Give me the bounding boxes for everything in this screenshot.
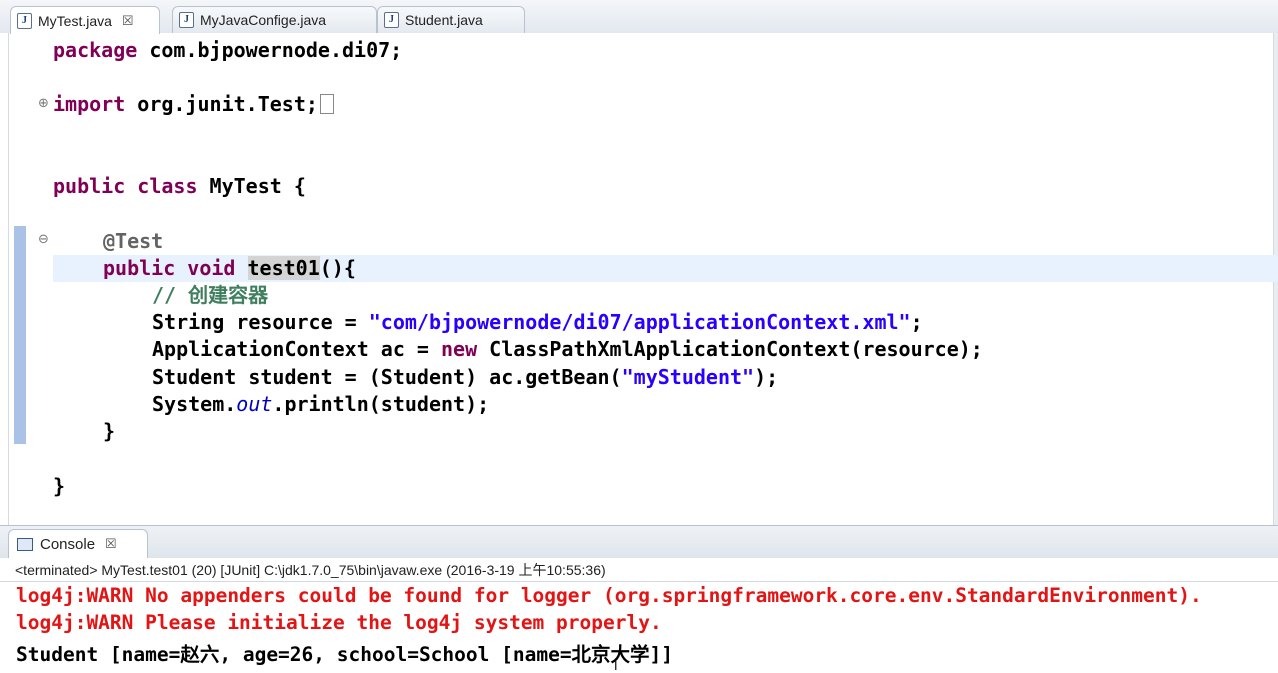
console-status-line: <terminated> MyTest.test01 (20) [JUnit] … bbox=[0, 558, 1278, 582]
keyword: public bbox=[53, 174, 126, 198]
tab-student[interactable]: J Student.java bbox=[377, 6, 525, 33]
code-text: .println(student); bbox=[272, 392, 490, 416]
code-text: com.bjpowernode.di07; bbox=[137, 38, 403, 62]
keyword: class bbox=[137, 174, 198, 198]
console-tab-bar: Console ☒ bbox=[0, 525, 1278, 559]
tab-label: MyTest.java bbox=[38, 12, 112, 29]
code-text: Student student = (Student) ac.getBean( bbox=[152, 365, 622, 389]
text-cursor-icon: I bbox=[614, 659, 618, 673]
keyword: void bbox=[187, 256, 236, 280]
tab-label: Student.java bbox=[405, 12, 483, 28]
code-line-context: ApplicationContext ac = new ClassPathXml… bbox=[152, 336, 983, 363]
method-range-indicator bbox=[14, 226, 26, 444]
keyword: new bbox=[440, 337, 478, 361]
console-tab-label: Console bbox=[40, 535, 96, 553]
console-line: log4j:WARN No appenders could be found f… bbox=[16, 584, 1202, 607]
keyword: public bbox=[103, 256, 176, 280]
code-line-close-class: } bbox=[53, 473, 65, 500]
code-text: ClassPathXmlApplicationContext(resource)… bbox=[477, 337, 983, 361]
code-line-package: package com.bjpowernode.di07; bbox=[53, 37, 402, 64]
java-file-icon: J bbox=[179, 12, 194, 28]
code-line-comment: // 创建容器 bbox=[152, 282, 268, 309]
code-text: ; bbox=[910, 310, 923, 334]
close-icon[interactable]: ☒ bbox=[122, 13, 134, 29]
tab-label: MyJavaConfige.java bbox=[200, 12, 327, 28]
collapse-fold-icon[interactable]: ⊖ bbox=[38, 232, 49, 247]
code-text: String resource = bbox=[152, 310, 369, 334]
code-text: } bbox=[103, 419, 116, 443]
code-text: MyTest { bbox=[197, 174, 306, 198]
static-field: out bbox=[236, 392, 273, 416]
console-output[interactable]: log4j:WARN No appenders could be found f… bbox=[0, 582, 1278, 672]
comment: // 创建容器 bbox=[152, 283, 269, 307]
string-literal: "com/bjpowernode/di07/applicationContext… bbox=[368, 310, 911, 334]
code-line-annotation: @Test bbox=[103, 228, 163, 255]
editor-tab-bar: J MyTest.java ☒ J MyJavaConfige.java J S… bbox=[0, 0, 1278, 34]
keyword: import bbox=[53, 92, 126, 116]
java-file-icon: J bbox=[384, 12, 399, 28]
console-line: log4j:WARN Please initialize the log4j s… bbox=[16, 611, 662, 634]
keyword: package bbox=[53, 38, 138, 62]
code-text: ApplicationContext ac = bbox=[152, 337, 441, 361]
code-text: org.junit.Test; bbox=[125, 92, 318, 116]
string-literal: "myStudent" bbox=[621, 365, 755, 389]
code-line-close-method: } bbox=[103, 418, 115, 445]
collapsed-imports-marker[interactable] bbox=[319, 94, 334, 114]
method-name: test01 bbox=[247, 256, 320, 280]
console-icon bbox=[17, 537, 33, 551]
annotation: @Test bbox=[103, 229, 164, 253]
code-line-import: import org.junit.Test; bbox=[53, 91, 334, 118]
code-text: System. bbox=[152, 392, 237, 416]
code-line-print: System.out.println(student); bbox=[152, 391, 489, 418]
expand-fold-icon[interactable]: ⊕ bbox=[38, 96, 49, 111]
editor-gutter-border bbox=[8, 33, 9, 525]
code-text: ); bbox=[754, 365, 779, 389]
tab-console[interactable]: Console ☒ bbox=[8, 529, 148, 558]
code-line-resource: String resource = "com/bjpowernode/di07/… bbox=[152, 309, 923, 336]
tab-myjavaconfige[interactable]: J MyJavaConfige.java bbox=[172, 6, 377, 33]
code-line-student: Student student = (Student) ac.getBean("… bbox=[152, 364, 778, 391]
console-line: Student [name=赵六, age=26, school=School … bbox=[16, 643, 674, 666]
tab-mytest[interactable]: J MyTest.java ☒ bbox=[10, 6, 160, 34]
java-file-icon: J bbox=[17, 12, 32, 29]
code-text: } bbox=[53, 474, 66, 498]
code-editor[interactable]: package com.bjpowernode.di07; ⊕ import o… bbox=[0, 33, 1278, 525]
code-text: (){ bbox=[319, 256, 356, 280]
code-line-method: public void test01(){ bbox=[103, 255, 356, 282]
code-line-class: public class MyTest { bbox=[53, 173, 306, 200]
close-icon[interactable]: ☒ bbox=[105, 536, 117, 552]
